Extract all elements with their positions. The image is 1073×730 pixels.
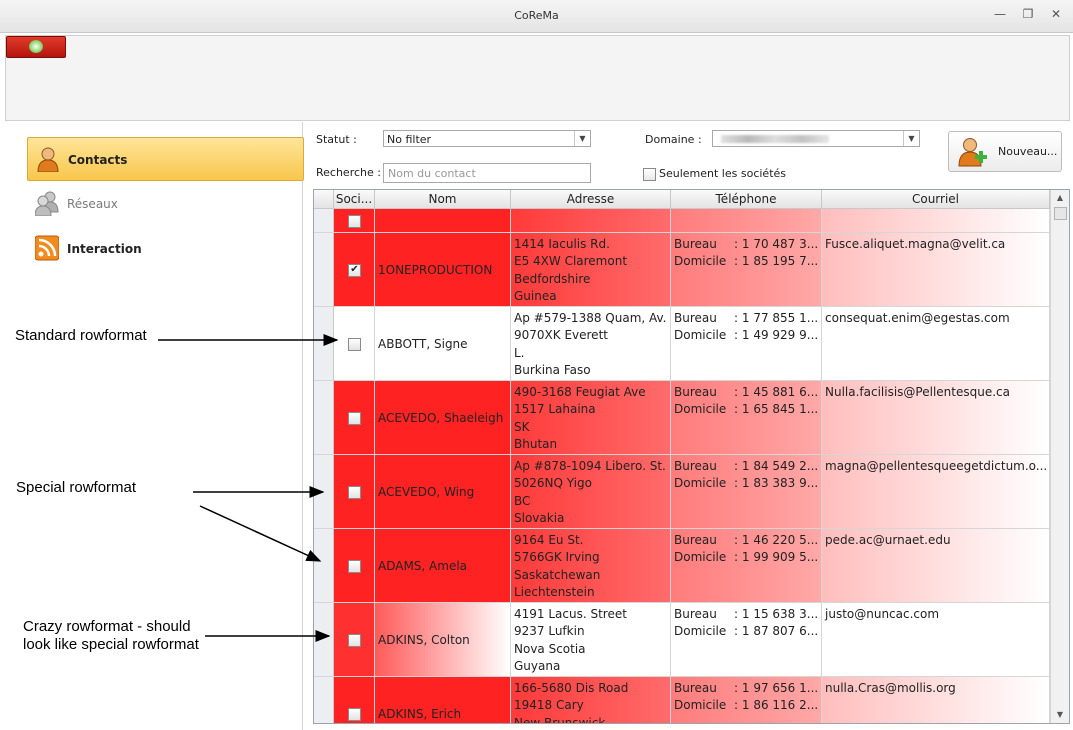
arrow-special-2 — [199, 505, 322, 562]
annotation-arrows — [158, 334, 339, 642]
